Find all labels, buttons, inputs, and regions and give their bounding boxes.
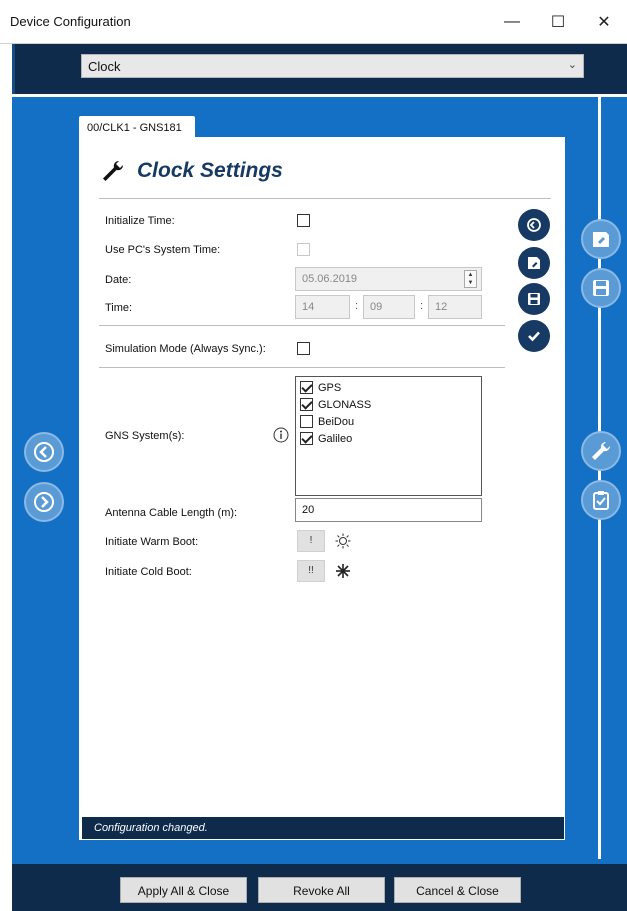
cold-boot-button[interactable]: !!	[297, 560, 325, 582]
initialize-time-checkbox[interactable]	[297, 214, 310, 227]
galileo-checkbox[interactable]	[300, 432, 313, 445]
gps-label: GPS	[318, 381, 342, 394]
gns-systems-list[interactable]: GPS GLONASS BeiDou Galileo	[295, 376, 482, 496]
window-title: Device Configuration	[10, 14, 131, 29]
wrench-icon[interactable]	[581, 431, 621, 471]
footer-bar: Apply All & Close Revoke All Cancel & Cl…	[12, 864, 627, 911]
list-item[interactable]: Galileo	[296, 430, 481, 447]
snowflake-icon	[335, 563, 351, 582]
date-label: Date:	[105, 274, 132, 286]
galileo-label: Galileo	[318, 432, 353, 445]
beidou-label: BeiDou	[318, 415, 355, 428]
date-field[interactable]: 05.06.2019 ▲ ▼	[295, 267, 482, 291]
cancel-close-button[interactable]: Cancel & Close	[394, 877, 521, 903]
glonass-checkbox[interactable]	[300, 398, 313, 411]
page-title-text: Clock Settings	[137, 159, 283, 182]
revert-icon[interactable]	[518, 209, 550, 241]
gps-checkbox[interactable]	[300, 381, 313, 394]
window-titlebar: Device Configuration — ☐ ✕	[0, 0, 627, 44]
warm-boot-label: Initiate Warm Boot:	[105, 536, 199, 548]
initialize-time-label: Initialize Time:	[105, 215, 175, 227]
list-item[interactable]: BeiDou	[296, 413, 481, 430]
glonass-label: GLONASS	[318, 398, 372, 411]
revoke-all-button[interactable]: Revoke All	[258, 877, 385, 903]
left-margin	[0, 44, 12, 911]
clipboard-icon[interactable]	[581, 480, 621, 520]
apply-all-button[interactable]: Apply All & Close	[120, 877, 247, 903]
right-divider-line	[598, 97, 601, 859]
use-pc-time-label: Use PC's System Time:	[105, 244, 221, 256]
simulation-mode-checkbox[interactable]	[297, 342, 310, 355]
device-select-value: Clock	[88, 59, 121, 74]
antenna-cable-label: Antenna Cable Length (m):	[105, 507, 238, 519]
divider	[99, 367, 505, 368]
warm-boot-button[interactable]: !	[297, 530, 325, 552]
date-value: 05.06.2019	[302, 273, 358, 285]
back-icon[interactable]	[24, 432, 64, 472]
page-title: Clock Settings	[101, 159, 283, 183]
beidou-checkbox[interactable]	[300, 415, 313, 428]
top-divider-line	[12, 94, 627, 97]
device-select[interactable]: Clock ⌄	[81, 54, 584, 78]
settings-panel: Clock Settings Initialize Time: Use PC's…	[79, 137, 565, 840]
time-separator: :	[420, 300, 424, 312]
forward-icon[interactable]	[24, 482, 64, 522]
divider	[99, 325, 505, 326]
antenna-cable-input[interactable]: 20	[295, 498, 482, 522]
maximize-button[interactable]: ☐	[535, 0, 581, 44]
time-label: Time:	[105, 302, 133, 314]
close-button[interactable]: ✕	[581, 0, 627, 44]
date-spinner[interactable]: ▲ ▼	[464, 270, 477, 288]
list-item[interactable]: GPS	[296, 379, 481, 396]
wrench-icon	[103, 160, 124, 181]
use-pc-time-checkbox[interactable]	[297, 243, 310, 256]
load-icon[interactable]	[518, 247, 550, 279]
checkmark-icon[interactable]	[518, 320, 550, 352]
list-item[interactable]: GLONASS	[296, 396, 481, 413]
status-bar: Configuration changed.	[82, 817, 564, 839]
save-icon[interactable]	[581, 268, 621, 308]
save-icon[interactable]	[518, 283, 550, 315]
info-icon[interactable]	[273, 427, 289, 446]
minimize-button[interactable]: —	[489, 0, 535, 44]
time-hour-field[interactable]: 14	[295, 295, 350, 319]
tab-device[interactable]: 00/CLK1 - GNS181	[79, 116, 195, 138]
load-icon[interactable]	[581, 219, 621, 259]
divider	[99, 198, 551, 199]
device-select-band: Clock ⌄	[12, 44, 627, 94]
time-minute-field[interactable]: 09	[363, 295, 415, 319]
gns-systems-label: GNS System(s):	[105, 430, 185, 442]
cold-boot-label: Initiate Cold Boot:	[105, 566, 192, 578]
time-second-field[interactable]: 12	[428, 295, 482, 319]
sun-icon	[335, 533, 351, 552]
time-separator: :	[355, 300, 359, 312]
simulation-mode-label: Simulation Mode (Always Sync.):	[105, 343, 266, 355]
chevron-down-icon: ⌄	[567, 59, 577, 71]
